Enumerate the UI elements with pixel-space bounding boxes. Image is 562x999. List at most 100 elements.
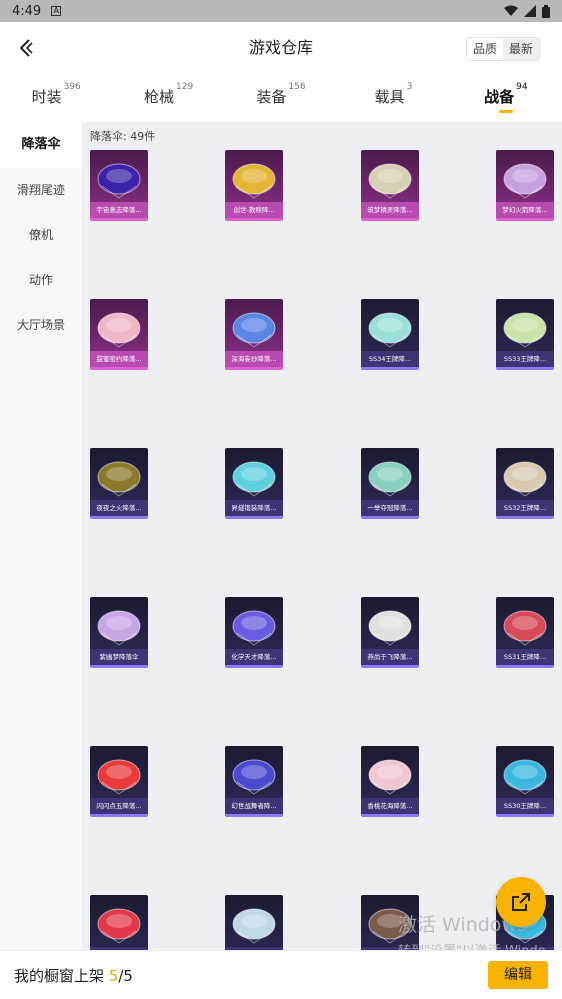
item-name: 甜蜜密约降落... bbox=[90, 351, 148, 367]
parachute-item-card[interactable]: 燕尚于飞降落... bbox=[361, 597, 419, 668]
battery-icon bbox=[542, 4, 550, 18]
tab-label: 装备 bbox=[256, 88, 287, 106]
category-tabs: 时装396 枪械129 装备156 载具3 战备94 bbox=[0, 74, 562, 122]
sort-newest-button[interactable]: 最新 bbox=[503, 38, 539, 60]
parachute-item-card[interactable]: 梦幻火箭降落... bbox=[496, 150, 554, 221]
tab-count: 396 bbox=[63, 82, 81, 92]
parachute-icon bbox=[90, 448, 148, 503]
parachute-icon bbox=[496, 150, 554, 205]
tab-equipment[interactable]: 装备156 bbox=[225, 74, 337, 122]
parachute-icon bbox=[496, 448, 554, 503]
edit-button[interactable]: 编辑 bbox=[488, 961, 548, 989]
sidebar: 降落伞 滑翔尾迹 僚机 动作 大厅场景 bbox=[0, 122, 82, 950]
parachute-icon bbox=[225, 299, 283, 354]
tab-count: 129 bbox=[176, 82, 194, 92]
parachute-icon bbox=[225, 150, 283, 205]
parachute-item-card[interactable]: SS30王牌降... bbox=[496, 746, 554, 817]
tab-label: 战备 bbox=[484, 88, 515, 106]
parachute-item-card[interactable]: 一举夺冠降落... bbox=[361, 448, 419, 519]
status-bar: 4:49 A bbox=[0, 0, 562, 22]
item-row: 闪闪点五降落... 幻世战舞者降... 香桃花海降落... SS30王牌降... bbox=[82, 746, 562, 895]
parachute-item-card[interactable]: SS31王牌降... bbox=[496, 597, 554, 668]
signal-icon bbox=[524, 5, 536, 17]
tab-vehicles[interactable]: 载具3 bbox=[337, 74, 449, 122]
showcase-total: 5 bbox=[123, 966, 133, 985]
parachute-item-card[interactable]: 昇燧锻装降落... bbox=[225, 448, 283, 519]
tab-label: 载具 bbox=[374, 88, 405, 106]
item-name: SS32王牌降... bbox=[496, 500, 554, 516]
parachute-icon bbox=[361, 597, 419, 652]
item-name: 夜夜之火降落... bbox=[90, 500, 148, 516]
parachute-icon bbox=[90, 299, 148, 354]
parachute-item-card[interactable]: 深海妄炒降落... bbox=[225, 299, 283, 370]
parachute-item-card[interactable]: 甜蜜密约降落... bbox=[90, 299, 148, 370]
notification-a-icon: A bbox=[51, 6, 62, 16]
item-grid: 宇宙意志降落... 创世-救赎降... 筑梦精灵降落... 梦幻火箭降落... 甜蜜密约… bbox=[82, 150, 562, 950]
item-name: 筑梦精灵降落... bbox=[361, 202, 419, 218]
parachute-item-card[interactable]: 幻世战舞者降... bbox=[225, 746, 283, 817]
parachute-icon bbox=[496, 597, 554, 652]
parachute-icon bbox=[225, 746, 283, 801]
back-arrow-icon bbox=[19, 39, 33, 57]
item-name: 香桃花海降落... bbox=[361, 798, 419, 814]
parachute-item-card[interactable]: 香桃花海降落... bbox=[361, 746, 419, 817]
tab-outfits[interactable]: 时装396 bbox=[0, 74, 112, 122]
sidebar-item-wingman[interactable]: 僚机 bbox=[0, 213, 82, 258]
item-name: SS34王牌降... bbox=[361, 351, 419, 367]
sort-toggle: 品质 最新 bbox=[465, 37, 540, 61]
item-name: 宇宙意志降落... bbox=[90, 202, 148, 218]
parachute-item-card[interactable]: 紫幽梦降落伞 bbox=[90, 597, 148, 668]
item-name: SS31王牌降... bbox=[496, 649, 554, 665]
item-row: 宇宙意志降落... 创世-救赎降... 筑梦精灵降落... 梦幻火箭降落... bbox=[82, 150, 562, 299]
item-panel: 降落伞: 49件 宇宙意志降落... 创世-救赎降... 筑梦精灵降落... 梦幻火箭… bbox=[82, 122, 562, 950]
parachute-item-card[interactable]: 闪闪点五降落... bbox=[90, 746, 148, 817]
parachute-icon bbox=[361, 150, 419, 205]
clock: 4:49 bbox=[12, 3, 42, 19]
parachute-item-card[interactable]: SS34王牌降... bbox=[361, 299, 419, 370]
item-name: 一举夺冠降落... bbox=[361, 500, 419, 516]
header: 游戏仓库 品质 最新 bbox=[0, 22, 562, 74]
parachute-icon bbox=[361, 448, 419, 503]
parachute-item-card[interactable]: 创世-救赎降... bbox=[225, 150, 283, 221]
item-name: 深海妄炒降落... bbox=[225, 351, 283, 367]
item-name: 化学天才降落... bbox=[225, 649, 283, 665]
item-name: 燕尚于飞降落... bbox=[361, 649, 419, 665]
parachute-icon bbox=[496, 746, 554, 801]
back-button[interactable] bbox=[12, 34, 40, 62]
parachute-icon bbox=[90, 895, 148, 950]
item-row: 夜夜之火降落... 昇燧锻装降落... 一举夺冠降落... SS32王牌降... bbox=[82, 448, 562, 597]
item-name: 闪闪点五降落... bbox=[90, 798, 148, 814]
parachute-icon bbox=[496, 299, 554, 354]
tab-label: 时装 bbox=[31, 88, 62, 106]
sidebar-item-emote[interactable]: 动作 bbox=[0, 258, 82, 303]
sidebar-item-lobby-scene[interactable]: 大厅场景 bbox=[0, 303, 82, 348]
parachute-item-card[interactable]: 宇宙意志降落... bbox=[90, 150, 148, 221]
share-button[interactable] bbox=[496, 877, 546, 927]
parachute-item-card[interactable] bbox=[225, 895, 283, 950]
parachute-icon bbox=[361, 746, 419, 801]
item-name: 创世-救赎降... bbox=[225, 202, 283, 218]
tab-gear[interactable]: 战备94 bbox=[450, 74, 562, 122]
item-count-label: 降落伞: 49件 bbox=[90, 130, 156, 143]
item-name: 紫幽梦降落伞 bbox=[90, 649, 148, 665]
showcase-status: 我的橱窗上架 5/5 bbox=[14, 965, 133, 986]
showcase-current: 5 bbox=[108, 966, 119, 985]
parachute-item-card[interactable]: 化学天才降落... bbox=[225, 597, 283, 668]
parachute-icon bbox=[361, 299, 419, 354]
parachute-item-card[interactable]: SS32王牌降... bbox=[496, 448, 554, 519]
sort-quality-button[interactable]: 品质 bbox=[466, 38, 503, 60]
parachute-item-card[interactable]: 夜夜之火降落... bbox=[90, 448, 148, 519]
item-name: SS33王牌降... bbox=[496, 351, 554, 367]
item-row: 紫幽梦降落伞 化学天才降落... 燕尚于飞降落... SS31王牌降... bbox=[82, 597, 562, 746]
sidebar-item-parachute[interactable]: 降落伞 bbox=[0, 122, 82, 168]
parachute-item-card[interactable]: SS33王牌降... bbox=[496, 299, 554, 370]
item-row: 甜蜜密约降落... 深海妄炒降落... SS34王牌降... SS33王牌降... bbox=[82, 299, 562, 448]
tab-count: 94 bbox=[516, 82, 528, 92]
sidebar-item-glide-trail[interactable]: 滑翔尾迹 bbox=[0, 168, 82, 213]
tab-weapons[interactable]: 枪械129 bbox=[112, 74, 224, 122]
parachute-icon bbox=[225, 448, 283, 503]
showcase-prefix: 我的橱窗上架 bbox=[14, 966, 105, 985]
parachute-item-card[interactable] bbox=[90, 895, 148, 950]
parachute-item-card[interactable]: 筑梦精灵降落... bbox=[361, 150, 419, 221]
item-name: 梦幻火箭降落... bbox=[496, 202, 554, 218]
